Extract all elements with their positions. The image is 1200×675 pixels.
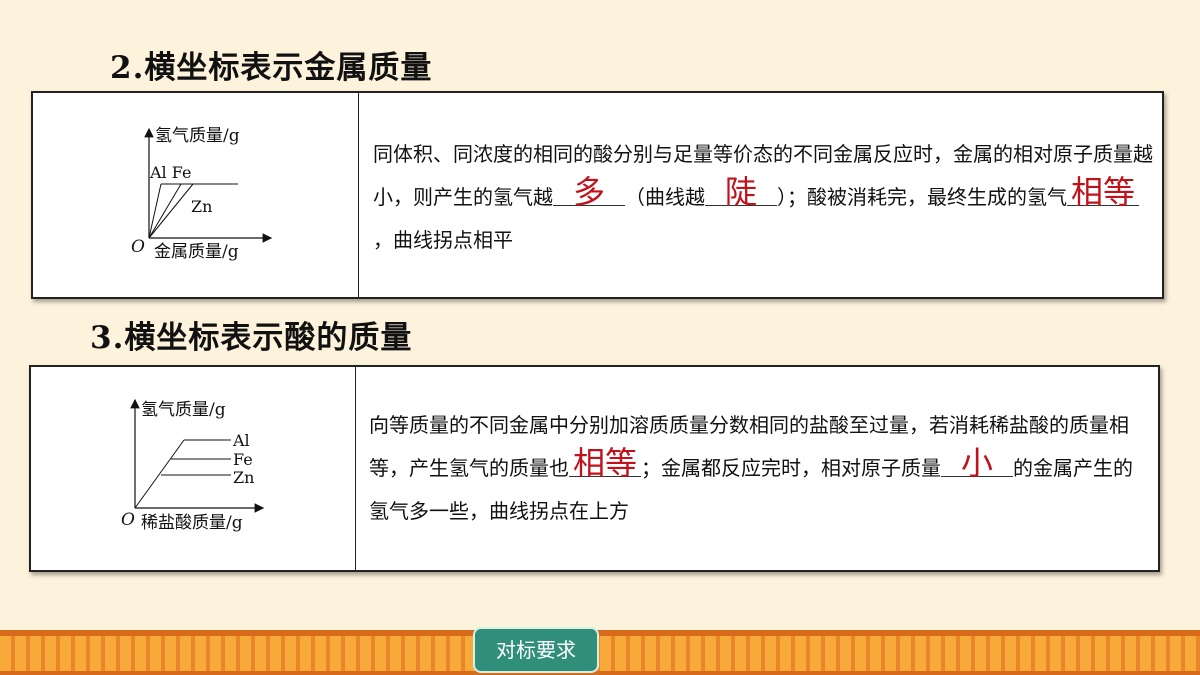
curve-label-al: Al <box>232 431 250 450</box>
answer-text: 多 <box>572 173 605 211</box>
origin-label: O <box>131 237 145 257</box>
x-axis-label: 稀盐酸质量/g <box>141 513 243 533</box>
answer-blank: 小 <box>941 446 1013 480</box>
panel-divider <box>355 367 356 570</box>
y-axis-label: 氢气质量/g <box>155 126 240 146</box>
text-segment: ，曲线拐点相平 <box>373 228 513 252</box>
section3-graph: 氢气质量/g Al Fe Zn O 稀盐酸质量/g <box>121 398 265 533</box>
section2-paragraph: 同体积、同浓度的相同的酸分别与足量等价态的不同金属反应时，金属的相对原子质量越小… <box>373 133 1153 262</box>
answer-text: 陡 <box>724 173 757 211</box>
curve-fe <box>148 183 182 239</box>
section2-title: 2.横坐标表示金属质量 <box>110 50 433 86</box>
answer-blank: 相等 <box>1067 175 1139 209</box>
answer-text: 小 <box>960 444 993 482</box>
section3-panel: 氢气质量/g Al Fe Zn O 稀盐酸质量/g 向等质量的不同金属中分别加溶… <box>29 365 1160 572</box>
text-segment: （曲线越 <box>625 185 705 209</box>
curve-label-zn: Zn <box>191 197 212 216</box>
section3-title: 3.横坐标表示酸的质量 <box>90 320 413 356</box>
curve-al <box>134 439 185 509</box>
text-segment: ）；酸被消耗完，最终生成的氢气 <box>777 185 1067 209</box>
x-axis-label: 金属质量/g <box>154 242 239 262</box>
answer-blank: 多 <box>553 175 625 209</box>
y-axis-label: 氢气质量/g <box>141 400 226 420</box>
section2-graph: 氢气质量/g Al Fe Zn O 金属质量/g <box>131 126 273 262</box>
curve-zn <box>148 183 194 239</box>
footer-decorative-band <box>0 630 1200 675</box>
section2-panel: 氢气质量/g Al Fe Zn O 金属质量/g 同体积、同浓度的相同的酸分别与… <box>31 91 1164 299</box>
section3-paragraph: 向等质量的不同金属中分别加溶质质量分数相同的盐酸至过量，若消耗稀盐酸的质量相等，… <box>369 404 1149 533</box>
curve-label-zn: Zn <box>233 468 254 487</box>
origin-label: O <box>121 510 135 530</box>
answer-text: 相等 <box>572 444 637 482</box>
text-segment: ；金属都反应完时，相对原子质量 <box>641 456 941 480</box>
standards-requirement-button[interactable]: 对标要求 <box>473 627 599 673</box>
answer-blank: 陡 <box>705 175 777 209</box>
curve-label-al-fe: Al Fe <box>149 163 191 182</box>
panel-divider <box>358 93 359 297</box>
answer-text: 相等 <box>1070 173 1135 211</box>
curve-label-fe: Fe <box>233 450 253 469</box>
answer-blank: 相等 <box>569 446 641 480</box>
